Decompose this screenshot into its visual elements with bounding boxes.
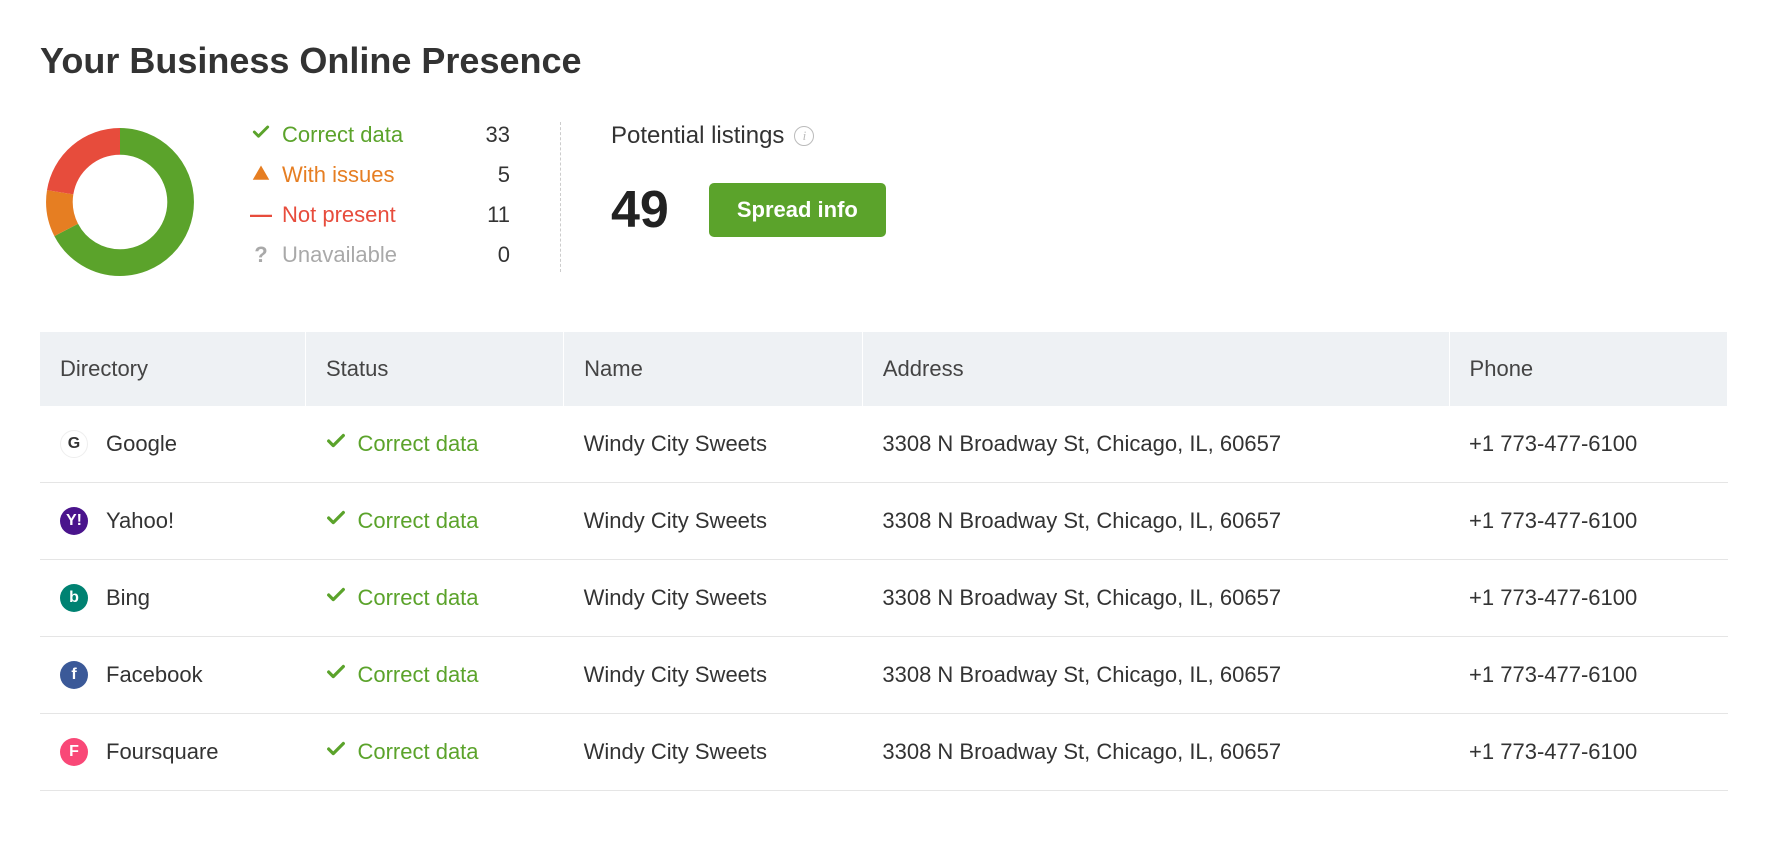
- status-text: Correct data: [357, 739, 478, 765]
- bing-icon: b: [60, 584, 88, 612]
- directory-name: Yahoo!: [106, 508, 174, 534]
- check-icon: [250, 122, 272, 148]
- col-address: Address: [862, 332, 1449, 406]
- legend-count-correct: 33: [470, 122, 510, 148]
- business-name: Windy City Sweets: [564, 637, 863, 714]
- col-phone: Phone: [1449, 332, 1727, 406]
- potential-listings-label: Potential listings: [611, 122, 784, 150]
- legend-count-notpresent: 11: [470, 202, 510, 228]
- status-text: Correct data: [357, 585, 478, 611]
- status-badge: Correct data: [325, 661, 543, 689]
- legend-count-issues: 5: [470, 162, 510, 188]
- warning-icon: [250, 162, 272, 188]
- business-phone: +1 773-477-6100: [1449, 560, 1727, 637]
- donut-chart: [40, 122, 200, 282]
- potential-listings-panel: Potential listings i 49 Spread info: [611, 122, 886, 240]
- business-phone: +1 773-477-6100: [1449, 406, 1727, 483]
- legend-count-unavailable: 0: [470, 242, 510, 268]
- business-phone: +1 773-477-6100: [1449, 637, 1727, 714]
- legend: Correct data 33 With issues 5 — Not pres…: [250, 122, 510, 268]
- col-directory: Directory: [40, 332, 305, 406]
- directory-name: Foursquare: [106, 739, 219, 765]
- yahoo-icon: Y!: [60, 507, 88, 535]
- business-phone: +1 773-477-6100: [1449, 714, 1727, 791]
- check-icon: [325, 507, 347, 535]
- facebook-icon: f: [60, 661, 88, 689]
- legend-row-notpresent: — Not present 11: [250, 202, 510, 228]
- question-icon: ?: [250, 242, 272, 268]
- check-icon: [325, 430, 347, 458]
- check-icon: [325, 738, 347, 766]
- business-name: Windy City Sweets: [564, 714, 863, 791]
- check-icon: [325, 661, 347, 689]
- foursquare-icon: F: [60, 738, 88, 766]
- table-row: F Foursquare Correct data Windy City Sweets…: [40, 714, 1728, 791]
- business-address: 3308 N Broadway St, Chicago, IL, 60657: [862, 483, 1449, 560]
- status-badge: Correct data: [325, 738, 543, 766]
- potential-listings-count: 49: [611, 180, 669, 240]
- status-badge: Correct data: [325, 430, 543, 458]
- business-name: Windy City Sweets: [564, 483, 863, 560]
- table-row: G Google Correct data Windy City Sweets3308…: [40, 406, 1728, 483]
- legend-label-correct: Correct data: [282, 122, 403, 148]
- business-phone: +1 773-477-6100: [1449, 483, 1727, 560]
- status-text: Correct data: [357, 431, 478, 457]
- business-name: Windy City Sweets: [564, 406, 863, 483]
- directory-name: Google: [106, 431, 177, 457]
- business-address: 3308 N Broadway St, Chicago, IL, 60657: [862, 714, 1449, 791]
- legend-label-notpresent: Not present: [282, 202, 396, 228]
- page-title: Your Business Online Presence: [40, 40, 1728, 82]
- spread-info-button[interactable]: Spread info: [709, 183, 886, 237]
- google-icon: G: [60, 430, 88, 458]
- col-status: Status: [305, 332, 563, 406]
- status-text: Correct data: [357, 662, 478, 688]
- directory-name: Facebook: [106, 662, 203, 688]
- dash-icon: —: [250, 202, 272, 228]
- status-badge: Correct data: [325, 584, 543, 612]
- status-badge: Correct data: [325, 507, 543, 535]
- business-address: 3308 N Broadway St, Chicago, IL, 60657: [862, 637, 1449, 714]
- legend-row-issues: With issues 5: [250, 162, 510, 188]
- business-address: 3308 N Broadway St, Chicago, IL, 60657: [862, 560, 1449, 637]
- listings-table: Directory Status Name Address Phone G Goo…: [40, 332, 1728, 791]
- directory-name: Bing: [106, 585, 150, 611]
- legend-label-unavailable: Unavailable: [282, 242, 397, 268]
- col-name: Name: [564, 332, 863, 406]
- legend-row-correct: Correct data 33: [250, 122, 510, 148]
- legend-row-unavailable: ? Unavailable 0: [250, 242, 510, 268]
- table-row: f Facebook Correct data Windy City Sweets33…: [40, 637, 1728, 714]
- table-row: b Bing Correct data Windy City Sweets3308 N…: [40, 560, 1728, 637]
- table-row: Y! Yahoo! Correct data Windy City Sweets330…: [40, 483, 1728, 560]
- check-icon: [325, 584, 347, 612]
- info-icon[interactable]: i: [794, 126, 814, 146]
- summary-panel: Correct data 33 With issues 5 — Not pres…: [40, 122, 1728, 282]
- business-address: 3308 N Broadway St, Chicago, IL, 60657: [862, 406, 1449, 483]
- legend-label-issues: With issues: [282, 162, 394, 188]
- business-name: Windy City Sweets: [564, 560, 863, 637]
- status-text: Correct data: [357, 508, 478, 534]
- vertical-divider: [560, 122, 561, 272]
